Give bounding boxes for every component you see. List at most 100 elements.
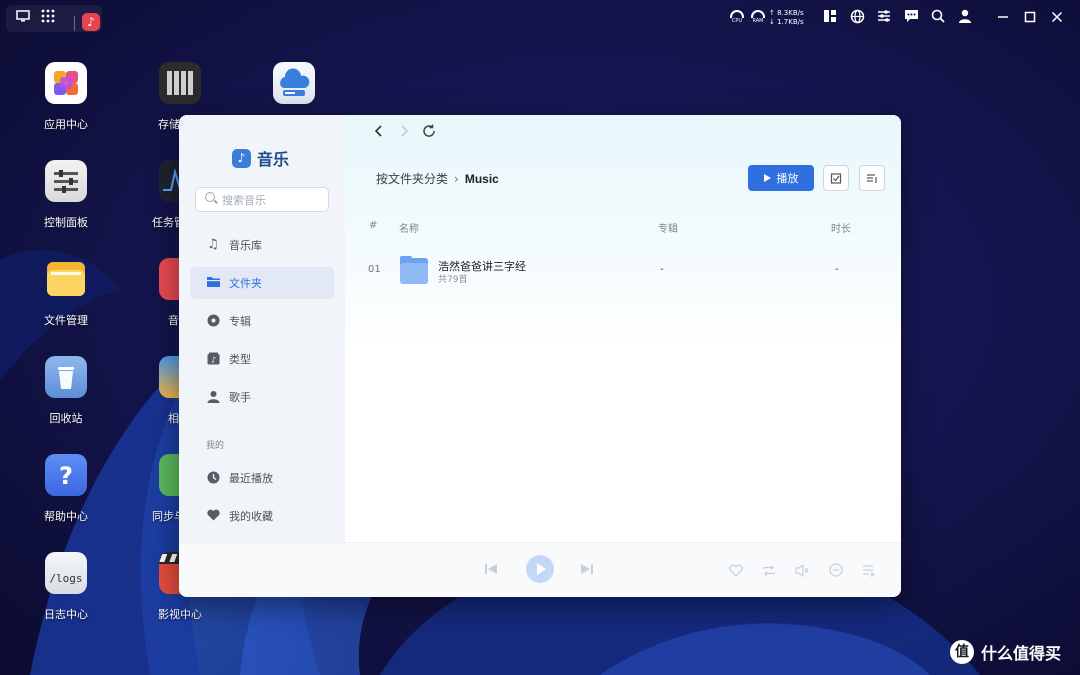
- player-bar: [179, 542, 901, 597]
- sidebar-item-folders[interactable]: 文件夹: [190, 267, 334, 299]
- logs-icon: /logs: [45, 552, 87, 594]
- sidebar-item-genres[interactable]: ♪ 类型: [190, 343, 334, 375]
- app-grid-icon[interactable]: [41, 9, 55, 27]
- network-globe-icon[interactable]: [848, 9, 866, 27]
- chevron-right-icon: ›: [454, 171, 459, 186]
- column-header-duration[interactable]: 时长: [831, 220, 851, 235]
- app-label: 控制面板: [44, 216, 88, 229]
- ram-gauge: RAM: [749, 10, 767, 24]
- desktop-recycle-bin[interactable]: 回收站: [26, 356, 106, 426]
- cpu-label: CPU: [731, 18, 743, 24]
- playlist-icon[interactable]: [862, 562, 876, 581]
- watermark-badge: 值: [950, 640, 974, 664]
- refresh-button[interactable]: [421, 123, 437, 139]
- sidebar-item-library[interactable]: ♫ 音乐库: [190, 229, 334, 261]
- storage-drives-icon: [159, 62, 201, 104]
- brand-title: 音乐: [257, 150, 290, 169]
- sidebar-item-label: 最近播放: [229, 472, 273, 485]
- desktop-log-center[interactable]: /logs 日志中心: [26, 552, 106, 622]
- cpu-gauge: CPU: [728, 10, 746, 24]
- desktop-cloud-drive[interactable]: [254, 62, 334, 104]
- network-speed: ↑ 8.3KB/s ↓ 1.7KB/s: [769, 9, 804, 27]
- breadcrumb-parent[interactable]: 按文件夹分类: [376, 170, 448, 187]
- next-track-button[interactable]: [579, 561, 595, 581]
- upload-speed: ↑ 8.3KB/s: [769, 9, 804, 17]
- user-account-icon[interactable]: [956, 9, 974, 27]
- music-sidebar: ♪ 音乐 ♫ 音乐库 文件夹 专辑 ♪ 类型: [179, 115, 345, 542]
- volume-icon[interactable]: [795, 562, 809, 581]
- play-pause-button[interactable]: [526, 555, 554, 583]
- sidebar-item-label: 专辑: [229, 315, 251, 328]
- messages-icon[interactable]: [902, 9, 920, 27]
- multi-select-button[interactable]: [823, 165, 849, 191]
- app-label: 应用中心: [44, 118, 88, 131]
- app-center-icon: [45, 62, 87, 104]
- taskbar-left-group: ♪: [6, 5, 102, 32]
- play-all-button[interactable]: 播放: [748, 165, 814, 191]
- download-speed: ↓ 1.7KB/s: [769, 18, 804, 26]
- search-icon[interactable]: [929, 9, 947, 27]
- app-label: 帮助中心: [44, 510, 88, 523]
- app-label: 回收站: [49, 412, 83, 425]
- play-icon: [537, 563, 546, 575]
- back-button[interactable]: [371, 123, 387, 139]
- ram-label: RAM: [752, 18, 764, 24]
- music-main-pane: ? 按文件夹分类 › Music 播放 # 名称 专辑 时长: [345, 115, 901, 542]
- clock-icon: [206, 471, 220, 485]
- app-label: 影视中心: [158, 608, 202, 621]
- row-duration: -: [835, 264, 839, 275]
- row-subtitle: 共79首: [438, 275, 468, 285]
- music-app-window: ♪ 音乐 ♫ 音乐库 文件夹 专辑 ♪ 类型: [179, 115, 901, 597]
- previous-track-button[interactable]: [483, 561, 499, 581]
- music-note-icon: ♫: [207, 237, 219, 252]
- folder-icon: [400, 256, 428, 284]
- sidebar-item-label: 类型: [229, 353, 251, 366]
- watermark-text: 什么值得买: [981, 644, 1062, 663]
- lyrics-icon[interactable]: [829, 562, 843, 581]
- screen-minimize-icon[interactable]: [994, 9, 1012, 27]
- top-taskbar: ♪ CPU RAM ↑ 8.3KB/s ↓ 1.7KB/s: [0, 0, 1080, 36]
- sidebar-item-artists[interactable]: 歌手: [190, 381, 334, 413]
- desktop-help-center[interactable]: ? 帮助中心: [26, 454, 106, 524]
- sidebar-item-label: 歌手: [229, 391, 251, 404]
- column-header-name[interactable]: 名称: [399, 220, 419, 235]
- show-desktop-icon[interactable]: [16, 9, 30, 27]
- sidebar-item-albums[interactable]: 专辑: [190, 305, 334, 337]
- search-box[interactable]: [195, 187, 329, 212]
- desktop-file-manager[interactable]: 文件管理: [26, 258, 106, 328]
- music-brand: ♪ 音乐: [232, 147, 289, 169]
- music-app-taskbar-icon[interactable]: ♪: [82, 13, 100, 31]
- column-header-album[interactable]: 专辑: [658, 220, 678, 235]
- breadcrumb-current: Music: [464, 171, 499, 186]
- cloud-drive-icon: [273, 62, 315, 104]
- desktop-app-center[interactable]: 应用中心: [26, 62, 106, 132]
- sidebar-item-recent[interactable]: 最近播放: [190, 462, 334, 494]
- forward-button[interactable]: [396, 123, 412, 139]
- section-mine-label: 我的: [206, 441, 225, 451]
- sidebar-item-label: 文件夹: [229, 277, 262, 290]
- sidebar-item-label: 音乐库: [229, 239, 262, 252]
- control-panel-icon: [45, 160, 87, 202]
- play-icon: [763, 174, 771, 182]
- column-header-index: #: [369, 220, 378, 231]
- repeat-icon[interactable]: [762, 562, 776, 581]
- artist-icon: [206, 390, 220, 404]
- app-label: 日志中心: [44, 608, 88, 621]
- folder-icon: [45, 258, 87, 300]
- desktop-control-panel[interactable]: 控制面板: [26, 160, 106, 230]
- widgets-icon[interactable]: [821, 9, 839, 27]
- taskbar-divider: [74, 16, 75, 31]
- screen-close-icon[interactable]: [1048, 9, 1066, 27]
- folder-icon: [206, 276, 220, 290]
- sort-button[interactable]: [859, 165, 885, 191]
- table-row[interactable]: 01 浩然爸爸讲三字经 共79首 - -: [355, 250, 885, 292]
- music-note-icon: ♪: [232, 148, 251, 168]
- svg-text:♪: ♪: [210, 356, 215, 365]
- sidebar-item-favorites[interactable]: 我的收藏: [190, 500, 334, 532]
- heart-icon[interactable]: [729, 562, 743, 581]
- settings-sliders-icon[interactable]: [875, 9, 893, 27]
- screen-maximize-icon[interactable]: [1021, 9, 1039, 27]
- help-question-icon: ?: [45, 454, 87, 496]
- search-input[interactable]: [222, 191, 322, 209]
- app-label: 文件管理: [44, 314, 88, 327]
